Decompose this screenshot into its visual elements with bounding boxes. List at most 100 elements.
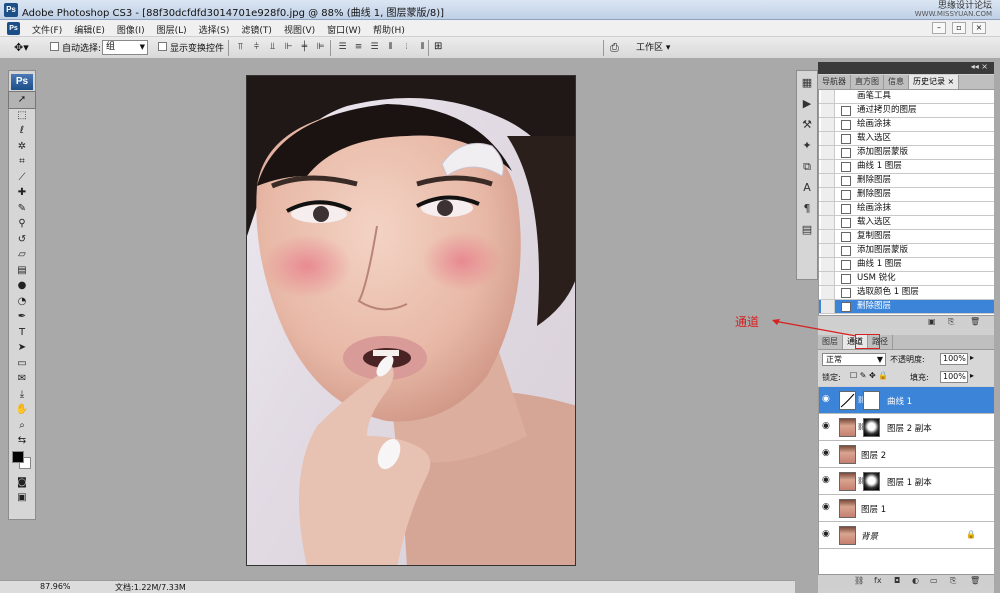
move-tool-icon[interactable]: ✥▾ bbox=[14, 41, 29, 54]
history-source-checkbox[interactable] bbox=[821, 286, 835, 299]
clone-source-icon[interactable]: ⧉ bbox=[797, 158, 817, 176]
history-item[interactable]: 添加图层蒙版 bbox=[819, 146, 994, 160]
history-item[interactable]: USM 锐化 bbox=[819, 272, 994, 286]
blur-tool-icon[interactable]: ● bbox=[9, 278, 35, 294]
character-icon[interactable]: A bbox=[797, 179, 817, 197]
history-source-checkbox[interactable] bbox=[821, 132, 835, 145]
distribute-top-icon[interactable]: ☰ bbox=[336, 41, 349, 54]
distribute-hcenter-icon[interactable]: ⦙ bbox=[400, 41, 413, 54]
color-swatches[interactable] bbox=[12, 449, 35, 475]
add-mask-icon[interactable]: ◘ bbox=[894, 576, 900, 585]
tool-presets-icon[interactable]: ⚒ bbox=[797, 116, 817, 134]
history-item[interactable]: 曲线 1 图层 bbox=[819, 258, 994, 272]
shape-tool-icon[interactable]: ▭ bbox=[9, 356, 35, 372]
move-tool-icon[interactable]: ➚ bbox=[8, 91, 36, 109]
doc-close-button[interactable]: × bbox=[972, 22, 986, 34]
zoom-tool-icon[interactable]: ⌕ bbox=[9, 418, 35, 434]
menu-filter[interactable]: 滤镜(T) bbox=[235, 23, 278, 36]
document-canvas[interactable] bbox=[246, 75, 576, 566]
layer-style-icon[interactable]: fx bbox=[874, 576, 882, 585]
blend-mode-dropdown[interactable]: 正常 ▼ bbox=[822, 353, 886, 366]
adjustment-layer-icon[interactable]: ◐ bbox=[912, 576, 919, 585]
eraser-tool-icon[interactable]: ▱ bbox=[9, 247, 35, 263]
tab-navigator[interactable]: 导航器 bbox=[818, 75, 851, 89]
new-snapshot-icon[interactable]: ⎘ bbox=[948, 317, 954, 327]
app-icon[interactable]: Ps bbox=[7, 22, 20, 35]
distribute-bottom-icon[interactable]: ☰ bbox=[368, 41, 381, 54]
layer-row[interactable]: ◉ ⛓ 图层 1 副本 bbox=[819, 468, 994, 495]
doc-restore-button[interactable]: ▫ bbox=[952, 22, 966, 34]
eye-icon[interactable]: ◉ bbox=[822, 529, 830, 539]
align-vcenter-icon[interactable]: ⫩ bbox=[250, 41, 263, 54]
quick-mask-icon[interactable]: ◙ bbox=[9, 475, 35, 491]
layer-row[interactable]: ◉ ⛓ 图层 2 副本 bbox=[819, 414, 994, 441]
doc-minimize-button[interactable]: – bbox=[932, 22, 946, 34]
layer-comps-icon[interactable]: ▤ bbox=[797, 221, 817, 239]
eye-icon[interactable]: ◉ bbox=[822, 502, 830, 512]
pen-tool-icon[interactable]: ✒ bbox=[9, 309, 35, 325]
history-source-checkbox[interactable] bbox=[821, 174, 835, 187]
history-item[interactable]: 载入选区 bbox=[819, 132, 994, 146]
show-transform-checkbox[interactable] bbox=[158, 42, 167, 51]
align-hcenter-icon[interactable]: ╪ bbox=[298, 41, 311, 54]
foreground-color[interactable] bbox=[12, 450, 24, 463]
menu-edit[interactable]: 编辑(E) bbox=[68, 23, 111, 36]
workspace-button[interactable]: 工作区 ▾ bbox=[632, 40, 680, 56]
tab-info[interactable]: 信息 bbox=[884, 75, 909, 89]
menu-window[interactable]: 窗口(W) bbox=[321, 23, 367, 36]
path-selection-tool-icon[interactable]: ➤ bbox=[9, 340, 35, 356]
history-item[interactable]: 复制图层 bbox=[819, 230, 994, 244]
clone-stamp-tool-icon[interactable]: ⚲ bbox=[9, 216, 35, 232]
trash-icon[interactable]: 🗑 bbox=[970, 317, 980, 326]
marquee-tool-icon[interactable]: ⬚ bbox=[9, 108, 35, 124]
new-document-icon[interactable]: ▣ bbox=[928, 317, 936, 326]
history-brush-tool-icon[interactable]: ↺ bbox=[9, 232, 35, 248]
auto-select-checkbox[interactable] bbox=[50, 42, 59, 51]
align-top-icon[interactable]: ⫪ bbox=[234, 41, 247, 54]
eye-icon[interactable]: ◉ bbox=[822, 448, 830, 458]
eye-icon[interactable]: ◉ bbox=[822, 475, 830, 485]
fill-input[interactable]: 100% bbox=[940, 371, 968, 383]
opacity-slider-arrow-icon[interactable]: ▸ bbox=[970, 353, 974, 362]
layer-row[interactable]: ◉ 图层 2 bbox=[819, 441, 994, 468]
menu-file[interactable]: 文件(F) bbox=[26, 23, 68, 36]
crop-tool-icon[interactable]: ⌗ bbox=[9, 154, 35, 170]
history-source-checkbox[interactable] bbox=[821, 244, 835, 257]
history-item[interactable]: 绘画涂抹 bbox=[819, 202, 994, 216]
history-source-checkbox[interactable] bbox=[821, 188, 835, 201]
history-source-checkbox[interactable] bbox=[821, 104, 835, 117]
history-source-checkbox[interactable] bbox=[821, 118, 835, 131]
gradient-tool-icon[interactable]: ▤ bbox=[9, 263, 35, 279]
opacity-input[interactable]: 100% bbox=[940, 353, 968, 365]
fill-slider-arrow-icon[interactable]: ▸ bbox=[970, 371, 974, 380]
hand-tool-icon[interactable]: ✋ bbox=[9, 402, 35, 418]
history-source-checkbox[interactable] bbox=[821, 90, 835, 103]
paragraph-icon[interactable]: ¶ bbox=[797, 200, 817, 218]
layer-mask-thumbnail[interactable] bbox=[863, 472, 880, 491]
distribute-vcenter-icon[interactable]: ≡ bbox=[352, 41, 365, 54]
actions-icon[interactable]: ▶ bbox=[797, 95, 817, 113]
auto-select-dropdown[interactable]: 组 ▼ bbox=[102, 40, 148, 55]
history-item[interactable]: 删除图层 bbox=[819, 174, 994, 188]
tab-histogram[interactable]: 直方图 bbox=[851, 75, 884, 89]
history-item[interactable]: 画笔工具 bbox=[819, 90, 994, 104]
tab-history[interactable]: 历史记录 × bbox=[909, 75, 960, 89]
dodge-tool-icon[interactable]: ◔ bbox=[9, 294, 35, 310]
eye-icon[interactable]: ◉ bbox=[822, 421, 830, 431]
menu-select[interactable]: 选择(S) bbox=[193, 23, 236, 36]
align-left-icon[interactable]: ⊩ bbox=[282, 41, 295, 54]
lock-icons[interactable]: ☐ ✎ ✥ 🔒 bbox=[850, 371, 888, 380]
distribute-left-icon[interactable]: ⦀ bbox=[384, 41, 397, 54]
layer-mask-thumbnail[interactable] bbox=[863, 418, 880, 437]
slice-tool-icon[interactable]: ⟋ bbox=[9, 170, 35, 186]
brushes-icon[interactable]: ✦ bbox=[797, 137, 817, 155]
auto-align-icon[interactable]: ⊞ bbox=[434, 41, 442, 52]
history-item[interactable]: 选取颜色 1 图层 bbox=[819, 286, 994, 300]
lasso-tool-icon[interactable]: ℓ bbox=[9, 123, 35, 139]
align-right-icon[interactable]: ⊫ bbox=[314, 41, 327, 54]
zoom-level[interactable]: 87.96% bbox=[40, 582, 71, 591]
history-item-selected[interactable]: 删除图层 bbox=[819, 300, 994, 314]
eyedropper-tool-icon[interactable]: ⤓ bbox=[9, 387, 35, 403]
layer-row-selected[interactable]: ◉ ⛓ 曲线 1 bbox=[819, 387, 994, 414]
history-item[interactable]: 删除图层 bbox=[819, 188, 994, 202]
